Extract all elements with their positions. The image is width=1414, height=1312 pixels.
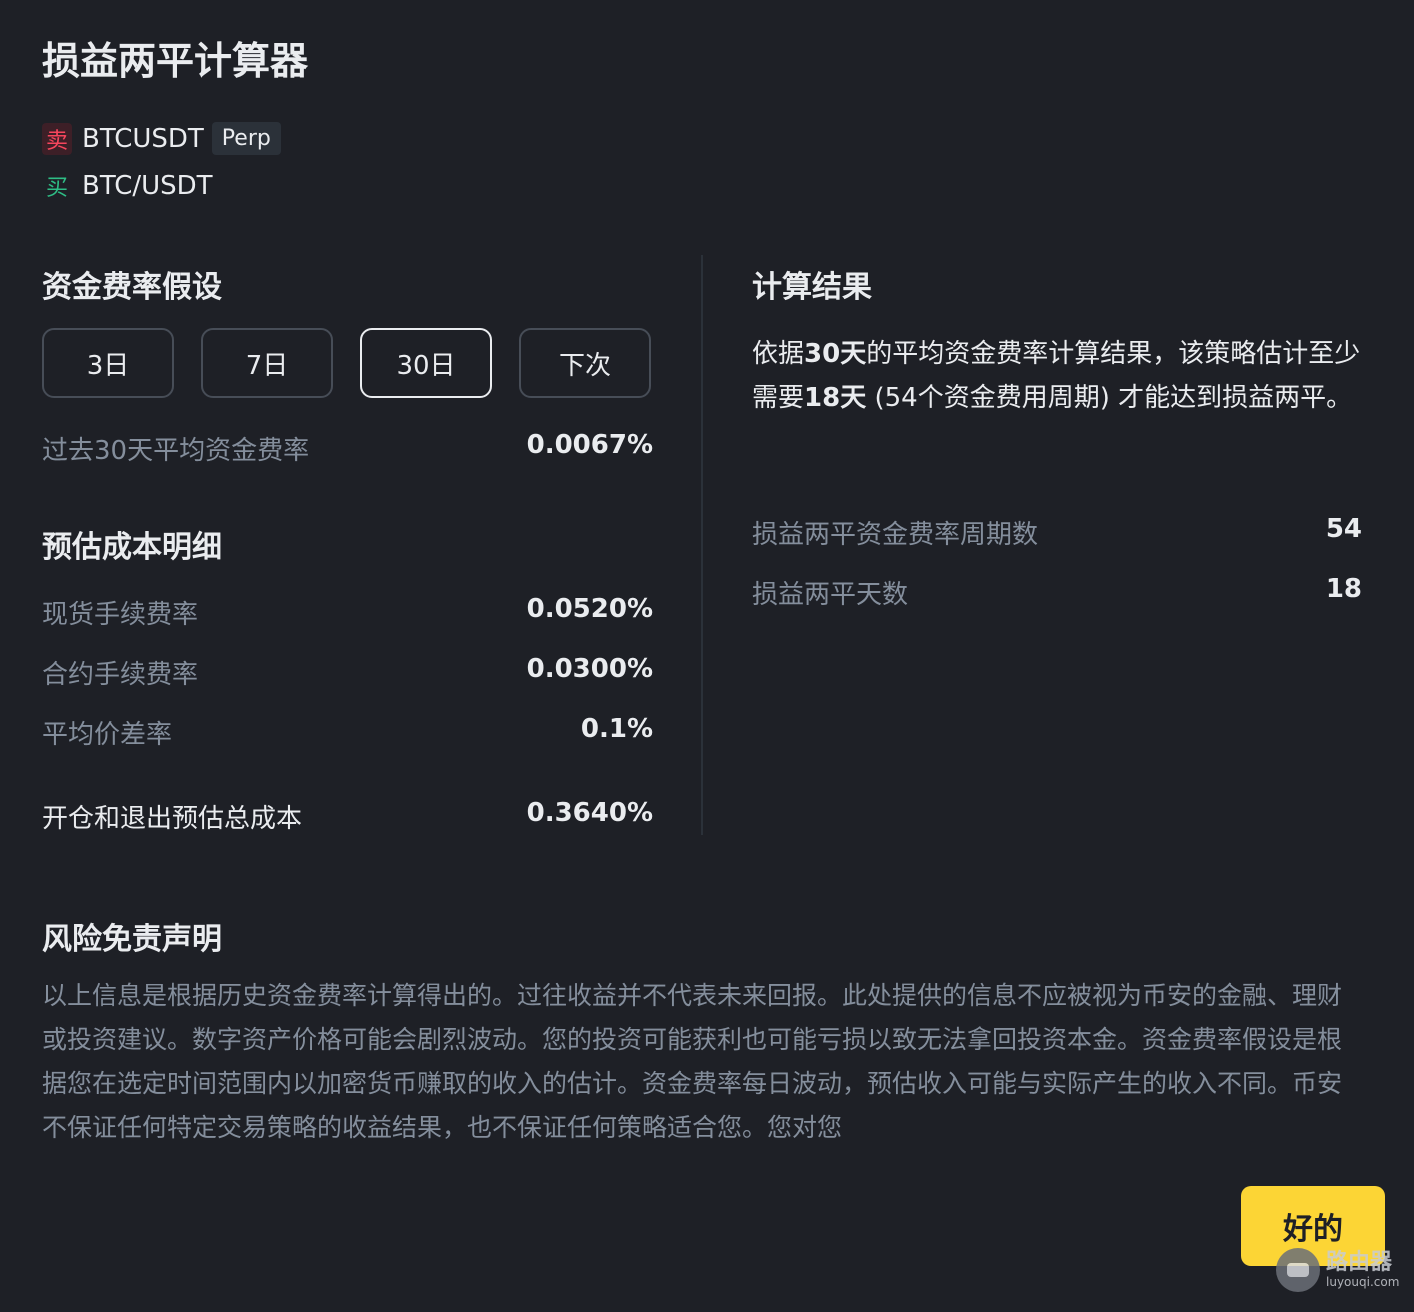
result-description: 依据30天的平均资金费率计算结果，该策略估计至少需要18天 (54个资金费用周期… [752, 332, 1362, 420]
total-cost-value: 0.3640% [526, 798, 653, 828]
period-button-7d[interactable]: 7日 [201, 328, 333, 398]
page-title: 损益两平计算器 [42, 39, 309, 83]
buy-badge: 买 [42, 170, 72, 202]
cost-row-spot-fee: 现货手续费率 0.0520% [42, 594, 653, 631]
cost-label: 合约手续费率 [42, 660, 199, 690]
result-text-part: (54个资金费用周期) 才能达到损益两平。 [866, 383, 1353, 413]
watermark-sub: luyouqi.com [1326, 1275, 1400, 1289]
total-cost-label: 开仓和退出预估总成本 [42, 804, 303, 834]
result-text-part: 依据 [752, 339, 805, 369]
disclaimer-text: 以上信息是根据历史资金费率计算得出的。过往收益并不代表未来回报。此处提供的信息不… [42, 981, 1343, 1142]
result-days-needed: 18天 [804, 383, 867, 413]
cost-row-contract-fee: 合约手续费率 0.0300% [42, 654, 653, 691]
period-button-next[interactable]: 下次 [519, 328, 651, 398]
cost-value: 0.1% [580, 714, 653, 744]
result-value: 54 [1325, 514, 1362, 544]
result-label: 损益两平资金费率周期数 [752, 520, 1039, 550]
watermark: 路由器 luyouqi.com [1276, 1248, 1399, 1292]
cost-label: 平均价差率 [42, 720, 173, 750]
period-button-30d[interactable]: 30日 [360, 328, 492, 398]
column-divider [701, 255, 703, 835]
funding-section-title: 资金费率假设 [42, 270, 222, 305]
result-value: 18 [1325, 574, 1362, 604]
buy-pair-name: BTC/USDT [82, 171, 213, 201]
cost-row-spread: 平均价差率 0.1% [42, 714, 653, 751]
total-cost-row: 开仓和退出预估总成本 0.3640% [42, 798, 653, 835]
period-button-3d[interactable]: 3日 [42, 328, 174, 398]
sell-badge: 卖 [42, 122, 72, 155]
result-label: 损益两平天数 [752, 580, 909, 610]
cost-value: 0.0520% [526, 594, 653, 624]
sell-pair-row: 卖 BTCUSDT Perp [42, 122, 281, 155]
cost-value: 0.0300% [526, 654, 653, 684]
buy-pair-row: 买 BTC/USDT [42, 170, 213, 202]
avg-funding-label: 过去30天平均资金费率 [42, 436, 310, 466]
result-section-title: 计算结果 [752, 270, 872, 305]
sell-pair-name: BTCUSDT [82, 123, 204, 154]
result-row-cycles: 损益两平资金费率周期数 54 [752, 514, 1362, 551]
costs-section-title: 预估成本明细 [42, 530, 222, 565]
disclaimer-title: 风险免责声明 [42, 922, 222, 957]
avg-funding-value: 0.0067% [526, 430, 653, 460]
result-row-days: 损益两平天数 18 [752, 574, 1362, 611]
router-logo-icon [1276, 1248, 1320, 1292]
watermark-main: 路由器 [1326, 1250, 1393, 1275]
perp-tag: Perp [211, 122, 281, 155]
cost-label: 现货手续费率 [42, 600, 199, 630]
result-days-basis: 30天 [804, 339, 867, 369]
avg-funding-row: 过去30天平均资金费率 0.0067% [42, 430, 653, 467]
